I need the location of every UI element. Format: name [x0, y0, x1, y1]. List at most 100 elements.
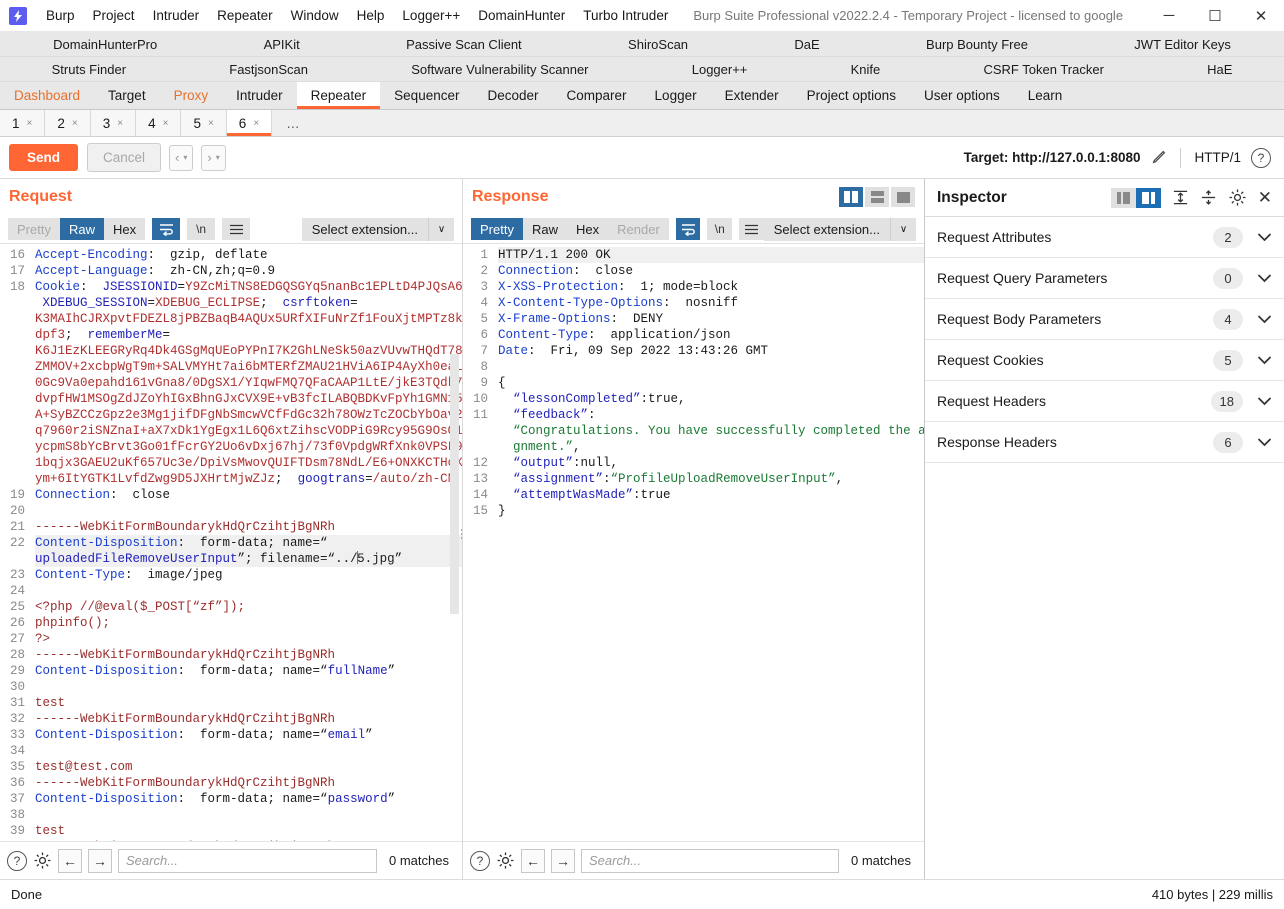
inspector-section-request-query-parameters[interactable]: Request Query Parameters 0 [925, 258, 1284, 299]
close-icon[interactable]: × [27, 118, 33, 129]
edit-target-pencil-icon[interactable] [1150, 149, 1167, 166]
tab-proxy[interactable]: Proxy [160, 82, 223, 109]
code-line[interactable]: Date: Fri, 09 Sep 2022 13:43:26 GMT [498, 343, 924, 359]
menu-item-intruder[interactable]: Intruder [144, 4, 209, 27]
request-search-gear-icon[interactable] [33, 851, 52, 870]
code-line[interactable]: Content-Disposition: form-data; name=“em… [35, 727, 462, 743]
code-line[interactable]: ycpmS8bYcBrvt3Go01fFcrGY2Uo6vDxj67hj/73f… [35, 439, 462, 455]
repeater-tab-2[interactable]: 2 × [45, 110, 91, 136]
response-wrap-lines-icon[interactable] [675, 218, 701, 240]
code-line[interactable]: dvpfHW1MSOgZdJZoYhIGxBhnGJxCVX9E+vB3fcIL… [35, 391, 462, 407]
close-button[interactable]: ✕ [1238, 0, 1284, 32]
code-line[interactable]: ZMMOV+2xcbpWgT9m+SALVMYHt7ai6bMTERfZMAU2… [35, 359, 462, 375]
code-line[interactable]: Connection: close [498, 263, 924, 279]
extension-tab-jwt-editor-keys[interactable]: JWT Editor Keys [1081, 32, 1284, 56]
request-pretty-button[interactable]: Pretty [8, 218, 60, 240]
repeater-tab-more-button[interactable]: … [272, 110, 314, 136]
menu-item-logger-[interactable]: Logger++ [393, 4, 469, 27]
collapse-all-icon[interactable] [1200, 189, 1217, 206]
response-editor[interactable]: 1 2 3 4 5 6 7 8 9 10 11 12 13 14 15 HTTP/1.1 200 OK Co… [463, 243, 924, 841]
code-line[interactable]: ------WebKitFormBoundarykHdQrCzihtjBgNRh [35, 519, 462, 535]
response-render-button[interactable]: Render [608, 218, 669, 240]
request-search-next-button[interactable]: → [88, 848, 112, 873]
response-raw-button[interactable]: Raw [522, 218, 567, 240]
request-select-extension-dropdown[interactable]: Select extension... ∨ [301, 217, 454, 241]
menu-item-help[interactable]: Help [348, 4, 394, 27]
tab-repeater[interactable]: Repeater [296, 82, 381, 109]
code-line[interactable]: Cookie: JSESSIONID=Y9ZcMiTNS8EDGQSGYq5na… [35, 279, 462, 295]
request-code-content[interactable]: Accept-Encoding: gzip, deflate Accept-Lan… [30, 244, 462, 841]
extension-tab-shiroscan[interactable]: ShiroScan [575, 32, 741, 56]
http-version-label[interactable]: HTTP/1 [1194, 150, 1241, 165]
forward-nav-button[interactable]: › ▾ [201, 144, 226, 171]
response-search-prev-button[interactable]: ← [521, 848, 545, 873]
code-line[interactable]: HTTP/1.1 200 OK [498, 247, 924, 263]
response-menu-icon[interactable] [739, 218, 764, 240]
response-code-content[interactable]: HTTP/1.1 200 OK Connection: close X-XSS-Pr… [493, 244, 924, 841]
stacked-view-icon[interactable] [865, 187, 889, 207]
tab-decoder[interactable]: Decoder [473, 82, 552, 109]
code-line[interactable]: ym+6ItYGTK1LvfdZwg9D5JXHrtMjwZJz; googtr… [35, 471, 462, 487]
code-line[interactable] [35, 503, 462, 519]
code-line[interactable]: Connection: close [35, 487, 462, 503]
code-line[interactable]: K6J1EzKLEEGRyRq4Dk4GSgMqUEoPYPnI7K2GhLNe… [35, 343, 462, 359]
code-line[interactable]: uploadedFileRemoveUserInput”; filename=“… [35, 551, 462, 567]
code-line[interactable]: q7960r2iSNZnaI+aX7xDk1YgEgx1L6Q6xtZihscV… [35, 423, 462, 439]
tab-extender[interactable]: Extender [711, 82, 793, 109]
code-line[interactable]: X-Frame-Options: DENY [498, 311, 924, 327]
request-search-help-icon[interactable]: ? [7, 850, 27, 871]
response-search-input[interactable] [581, 848, 840, 873]
send-button[interactable]: Send [9, 144, 79, 171]
chevron-down-icon[interactable] [1257, 314, 1272, 324]
close-icon[interactable]: × [72, 118, 78, 129]
tab-comparer[interactable]: Comparer [553, 82, 641, 109]
extension-tab-passive-scan-client[interactable]: Passive Scan Client [353, 32, 575, 56]
code-line[interactable]: “lessonCompleted”:true, [498, 391, 924, 407]
menu-item-repeater[interactable]: Repeater [208, 4, 282, 27]
close-icon[interactable]: ✕ [1258, 188, 1272, 208]
back-nav-button[interactable]: ‹ ▾ [169, 144, 194, 171]
request-vertical-scrollbar[interactable] [450, 354, 459, 614]
cancel-button[interactable]: Cancel [87, 143, 162, 172]
request-menu-icon[interactable] [222, 218, 251, 240]
extension-tab-dae[interactable]: DaE [741, 32, 873, 56]
response-select-extension-dropdown[interactable]: Select extension... ∨ [763, 217, 916, 241]
code-line[interactable]: “assignment”:“ProfileUploadRemoveUserInp… [498, 471, 924, 487]
code-line[interactable]: ------WebKitFormBoundarykHdQrCzihtjBgNRh [35, 775, 462, 791]
response-hex-button[interactable]: Hex [566, 218, 609, 240]
code-line[interactable]: dpf3; rememberMe= [35, 327, 462, 343]
code-line[interactable] [35, 583, 462, 599]
menu-item-domainhunter[interactable]: DomainHunter [469, 4, 574, 27]
code-line[interactable]: Content-Type: image/jpeg [35, 567, 462, 583]
code-line[interactable]: Content-Disposition: form-data; name=“ [35, 535, 462, 551]
extension-tab-software-vulnerability-scanner[interactable]: Software Vulnerability Scanner [360, 57, 641, 81]
code-line[interactable]: 0Gc9Va0epahd161vGna8/0DgSX1/YIqwFMQ7QFaC… [35, 375, 462, 391]
menu-item-window[interactable]: Window [282, 4, 348, 27]
code-line[interactable]: “output”:null, [498, 455, 924, 471]
repeater-tab-6[interactable]: 6 × [226, 110, 273, 136]
inspector-wide-icon[interactable] [1135, 187, 1161, 208]
code-line[interactable] [35, 743, 462, 759]
response-resize-grip[interactable] [463, 514, 464, 524]
extension-tab-csrf-token-tracker[interactable]: CSRF Token Tracker [932, 57, 1156, 81]
help-icon[interactable]: ? [1251, 147, 1271, 168]
request-newline-button[interactable]: \n [187, 218, 216, 240]
tab-dashboard[interactable]: Dashboard [0, 82, 94, 109]
code-line[interactable]: gnment.”, [498, 439, 924, 455]
response-newline-button[interactable]: \n [707, 218, 733, 240]
request-editor[interactable]: 16 17 18 19 20 21 22 23 24 25 26 27 28 29 30 31 32 33 34… [0, 243, 462, 841]
code-line[interactable] [35, 807, 462, 823]
menu-item-project[interactable]: Project [84, 4, 144, 27]
close-icon[interactable]: × [163, 118, 169, 129]
code-line[interactable]: ?> [35, 631, 462, 647]
inspector-section-request-cookies[interactable]: Request Cookies 5 [925, 340, 1284, 381]
extension-tab-hae[interactable]: HaE [1156, 57, 1284, 81]
request-hex-button[interactable]: Hex [103, 218, 146, 240]
tab-project-options[interactable]: Project options [793, 82, 910, 109]
extension-tab-knife[interactable]: Knife [799, 57, 932, 81]
response-pretty-button[interactable]: Pretty [471, 218, 523, 240]
close-icon[interactable]: × [253, 118, 259, 129]
code-line[interactable]: 1bqjx3GAEU2uKf657Uc3e/DpiVsMwovQUIFTDsm7… [35, 455, 462, 471]
inspector-narrow-icon[interactable] [1110, 187, 1136, 208]
extension-tab-logger-[interactable]: Logger++ [640, 57, 799, 81]
